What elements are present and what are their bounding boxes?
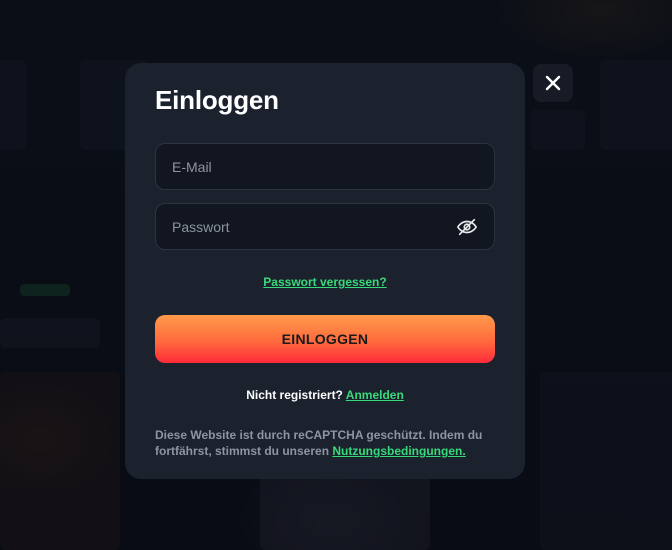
legal-notice: Diese Website ist durch reCAPTCHA geschü… [155, 427, 495, 459]
forgot-password-link[interactable]: Passwort vergessen? [263, 275, 386, 289]
register-row: Nicht registriert? Anmelden [155, 388, 495, 402]
email-input[interactable] [172, 158, 478, 175]
modal-title: Einloggen [155, 85, 279, 115]
login-modal: Einloggen Passwort vergessen? EINLOGGEN … [125, 63, 525, 479]
register-link[interactable]: Anmelden [346, 388, 404, 402]
password-input[interactable] [172, 218, 456, 235]
register-prompt: Nicht registriert? [246, 388, 346, 402]
eye-off-icon[interactable] [456, 216, 478, 238]
close-button[interactable] [533, 64, 573, 102]
close-icon [545, 75, 561, 91]
terms-link[interactable]: Nutzungsbedingungen. [332, 444, 465, 458]
email-field[interactable] [155, 143, 495, 190]
forgot-password-row: Passwort vergessen? [155, 275, 495, 289]
login-button[interactable]: EINLOGGEN [155, 315, 495, 363]
password-field[interactable] [155, 203, 495, 250]
